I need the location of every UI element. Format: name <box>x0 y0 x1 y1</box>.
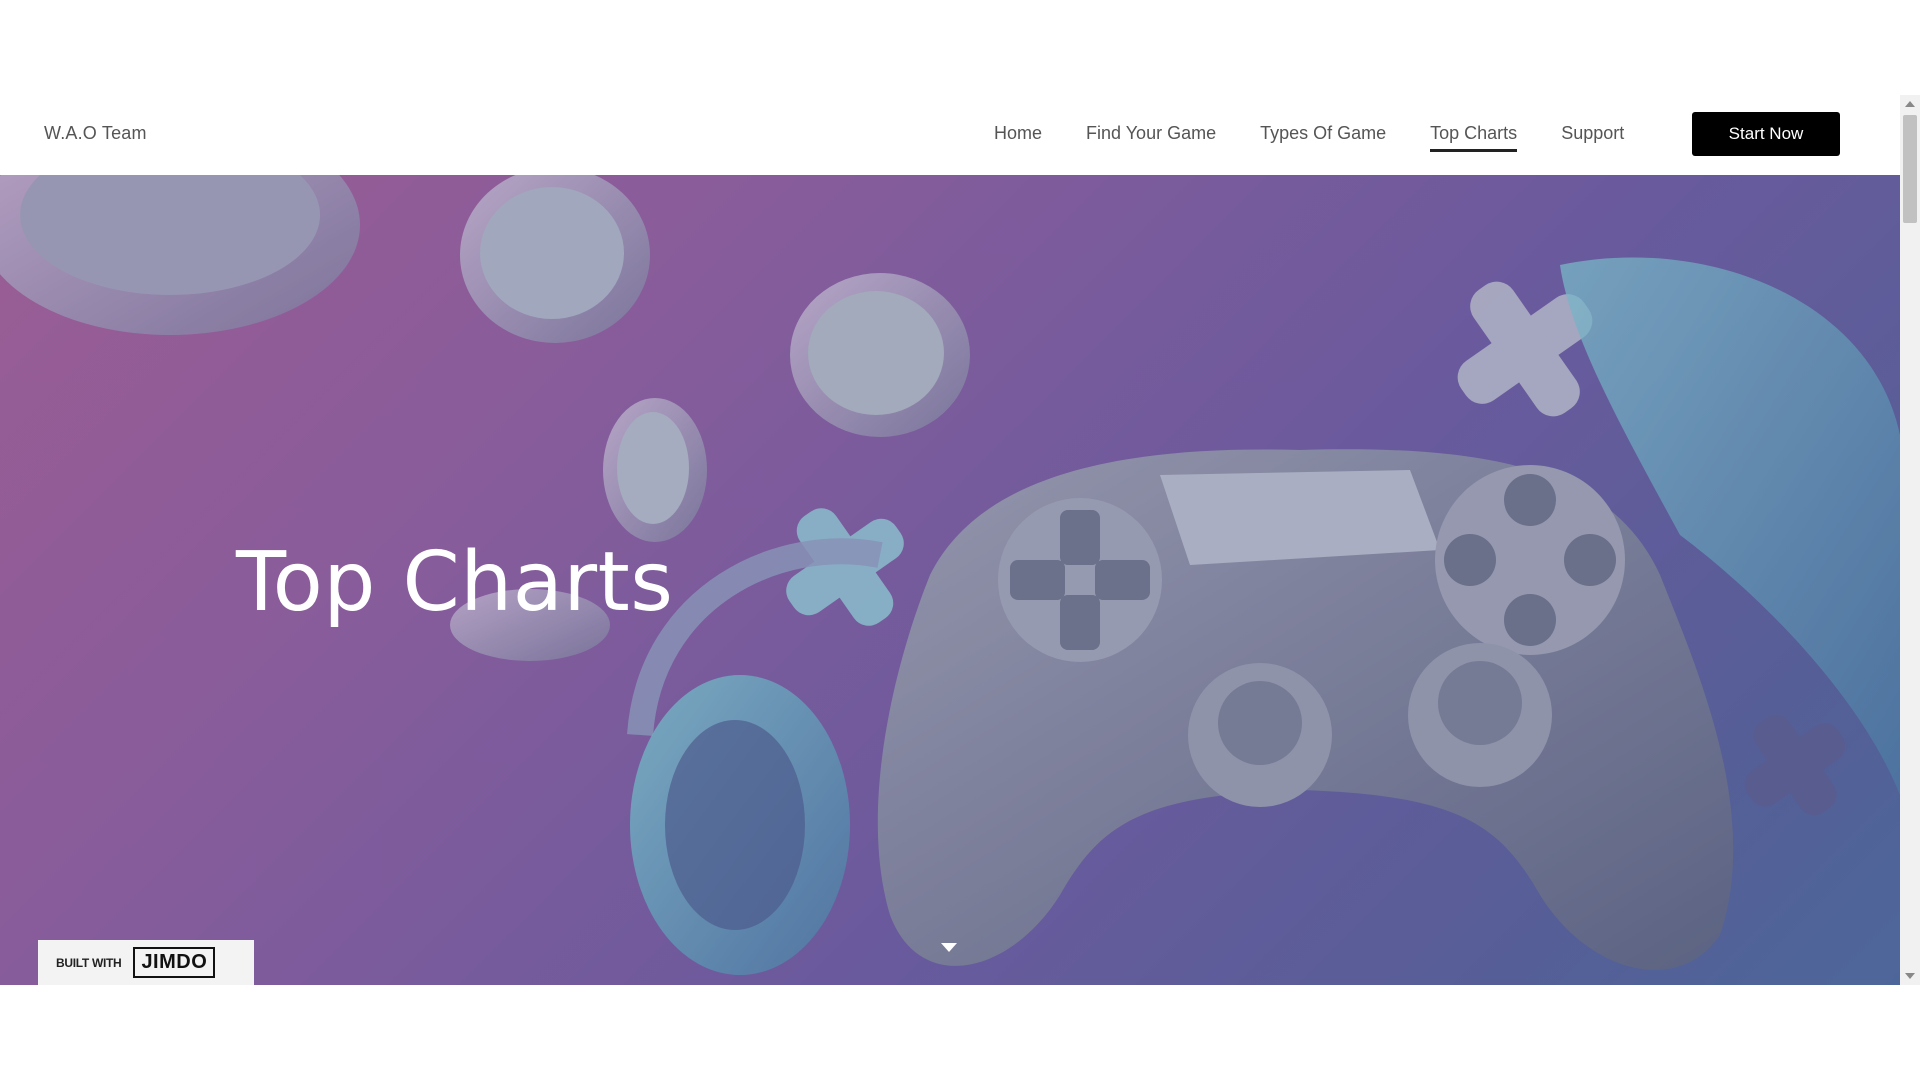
hero-title: Top Charts <box>236 535 674 630</box>
site-logo[interactable]: W.A.O Team <box>44 123 147 144</box>
badge-built-with-text: BUILT WITH <box>56 955 122 970</box>
nav-item-top-charts[interactable]: Top Charts <box>1430 123 1518 152</box>
jimdo-logo: JIMDO <box>133 947 216 978</box>
nav-item-home[interactable]: Home <box>994 123 1042 152</box>
main-nav: Home Find Your Game Types Of Game Top Ch… <box>994 123 1624 152</box>
browser-viewport: W.A.O Team Home Find Your Game Types Of … <box>0 95 1920 985</box>
nav-item-types-of-game[interactable]: Types Of Game <box>1260 123 1386 152</box>
built-with-jimdo-badge[interactable]: BUILT WITH JIMDO <box>38 940 254 985</box>
nav-item-find-your-game[interactable]: Find Your Game <box>1086 123 1216 152</box>
vertical-scrollbar[interactable] <box>1900 95 1920 985</box>
scroll-down-button-icon[interactable] <box>1905 973 1915 979</box>
start-now-button[interactable]: Start Now <box>1692 112 1840 156</box>
scrollbar-thumb[interactable] <box>1903 115 1917 223</box>
nav-item-support[interactable]: Support <box>1561 123 1624 152</box>
site-header: W.A.O Team Home Find Your Game Types Of … <box>0 95 1900 175</box>
scroll-down-arrow-icon[interactable] <box>941 943 957 952</box>
hero-section: Top Charts BUILT WITH JIMDO <box>0 175 1900 985</box>
scroll-up-arrow-icon[interactable] <box>1905 101 1915 107</box>
